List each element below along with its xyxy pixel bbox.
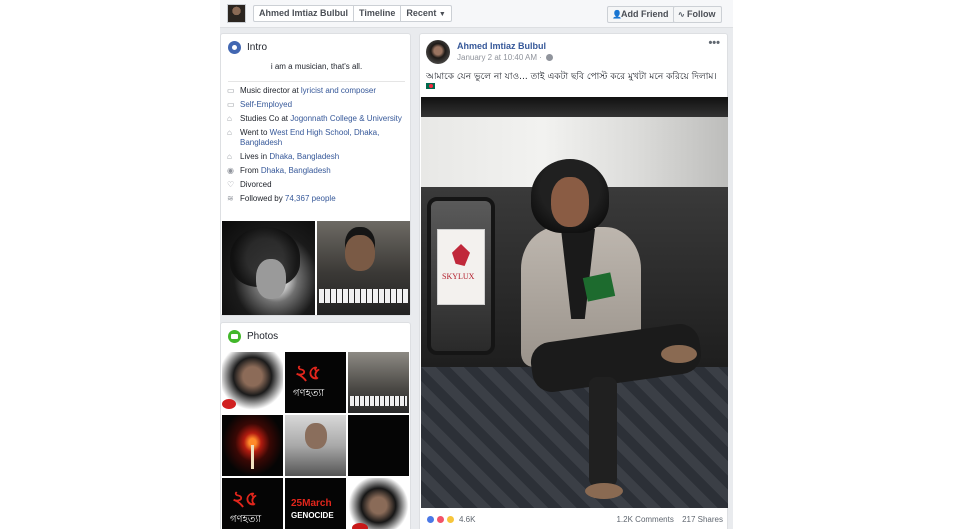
post-author-avatar[interactable] <box>426 40 450 64</box>
location-pin-icon: ◉ <box>227 166 234 175</box>
intro-item-text: Studies Co at Jogonnath College & Univer… <box>240 114 402 124</box>
intro-item-link[interactable]: Dhaka, Bangladesh <box>261 166 331 175</box>
photo-thumbnail[interactable] <box>348 415 409 476</box>
photo-shopping-bag <box>437 229 485 305</box>
photo-thumbnail[interactable] <box>285 352 346 413</box>
featured-photo-keyboard[interactable] <box>317 221 410 315</box>
post-date-link[interactable]: January 2 at 10:40 AM <box>457 53 537 62</box>
intro-item-text: Followed by 74,367 people <box>240 194 336 204</box>
intro-item-prefix: Studies Co at <box>240 114 291 123</box>
intro-item-relationship: ♡ Divorced <box>227 180 407 190</box>
post-timestamp: January 2 at 10:40 AM · <box>457 53 554 62</box>
intro-item-link[interactable]: Dhaka, Bangladesh <box>269 152 339 161</box>
house-icon: ⌂ <box>227 152 232 161</box>
post-stats: 1.2K Comments 217 Shares <box>610 515 723 524</box>
photo-thumbnail[interactable] <box>222 352 283 413</box>
intro-card: Intro i am a musician, that's all. ▭ Mus… <box>220 33 411 316</box>
profile-nav-group: Ahmed Imtiaz Bulbul Timeline Recent ▼ <box>253 5 452 22</box>
intro-details-list: ▭ Music director at lyricist and compose… <box>227 86 407 208</box>
shares-count-link[interactable]: 217 Shares <box>682 515 723 524</box>
intro-item-followers: ≋ Followed by 74,367 people <box>227 194 407 204</box>
intro-item-link[interactable]: lyricist and composer <box>301 86 376 95</box>
intro-bio: i am a musician, that's all. <box>270 62 363 71</box>
post-options-button[interactable]: ••• <box>708 37 720 49</box>
photo-shoe <box>585 483 623 499</box>
photos-card: Photos <box>220 322 411 529</box>
recent-dropdown-label: Recent <box>406 8 437 18</box>
intro-item-link[interactable]: Self-Employed <box>240 100 292 109</box>
like-reaction-icon <box>426 515 435 524</box>
graduation-cap-icon: ⌂ <box>227 114 232 123</box>
profile-header-bar: Ahmed Imtiaz Bulbul Timeline Recent ▼ 👤A… <box>220 0 733 28</box>
photos-icon <box>228 330 241 343</box>
globe-icon <box>228 41 241 54</box>
add-friend-button[interactable]: 👤Add Friend <box>607 6 675 23</box>
photo-thumbnail[interactable] <box>285 478 346 529</box>
intro-item-prefix: Music director at <box>240 86 301 95</box>
intro-item-text: Went to West End High School, Dhaka, Ban… <box>240 128 407 148</box>
post-footer: 4.6K 1.2K Comments 217 Shares <box>426 514 723 528</box>
heart-icon: ♡ <box>227 180 235 189</box>
rss-icon: ≋ <box>227 194 234 203</box>
photos-grid <box>222 352 409 529</box>
love-reaction-icon <box>436 515 445 524</box>
intro-divider <box>228 81 405 82</box>
bangladesh-flag-icon <box>426 83 435 89</box>
intro-item-text: Self-Employed <box>240 100 292 110</box>
comments-count-link[interactable]: 1.2K Comments <box>616 515 673 524</box>
intro-item-work-2: ▭ Self-Employed <box>227 100 407 110</box>
featured-photo-portrait[interactable] <box>222 221 315 315</box>
follow-button[interactable]: ∿ Follow <box>673 6 722 23</box>
intro-item-prefix: Lives in <box>240 152 270 161</box>
profile-page: Ahmed Imtiaz Bulbul Timeline Recent ▼ 👤A… <box>220 0 733 529</box>
profile-avatar-small[interactable] <box>227 4 246 23</box>
follow-label: Follow <box>687 9 716 19</box>
intro-item-prefix: From <box>240 166 261 175</box>
intro-item-lives: ⌂ Lives in Dhaka, Bangladesh <box>227 152 407 162</box>
rss-icon: ∿ <box>678 10 685 19</box>
recent-dropdown[interactable]: Recent ▼ <box>401 6 450 21</box>
briefcase-icon: ▭ <box>227 100 235 109</box>
intro-title: Intro <box>228 41 267 54</box>
photo-person-shin <box>589 377 617 487</box>
profile-name-link[interactable]: Ahmed Imtiaz Bulbul <box>254 6 355 21</box>
sad-reaction-icon <box>446 515 455 524</box>
photo-thumbnail[interactable] <box>222 478 283 529</box>
add-friend-label: Add Friend <box>621 9 669 19</box>
intro-title-text: Intro <box>247 42 268 53</box>
intro-item-text: Divorced <box>240 180 272 189</box>
intro-item-education-2: ⌂ Went to West End High School, Dhaka, B… <box>227 128 407 148</box>
followers-link[interactable]: 74,367 people <box>285 194 336 203</box>
photos-title[interactable]: Photos <box>228 330 278 343</box>
photo-thumbnail[interactable] <box>348 352 409 413</box>
intro-item-text: Music director at lyricist and composer <box>240 86 376 96</box>
intro-item-from: ◉ From Dhaka, Bangladesh <box>227 166 407 176</box>
post-text: আমাকে যেন ভুলে না যাও... তাই একটা ছবি পো… <box>426 72 717 82</box>
photo-person-face <box>551 177 589 227</box>
post-author-name[interactable]: Ahmed Imtiaz Bulbul <box>457 41 546 51</box>
graduation-cap-icon: ⌂ <box>227 128 232 137</box>
reactions-summary[interactable]: 4.6K <box>426 515 475 524</box>
intro-item-text: Lives in Dhaka, Bangladesh <box>240 152 339 162</box>
photo-thumbnail[interactable] <box>348 478 409 529</box>
post-card: Ahmed Imtiaz Bulbul January 2 at 10:40 A… <box>419 33 728 529</box>
intro-item-education: ⌂ Studies Co at Jogonnath College & Univ… <box>227 114 407 124</box>
briefcase-icon: ▭ <box>227 86 235 95</box>
intro-item-text: From Dhaka, Bangladesh <box>240 166 331 176</box>
post-photo[interactable] <box>421 97 728 508</box>
photo-ceiling <box>421 97 728 117</box>
photo-thumbnail[interactable] <box>285 415 346 476</box>
intro-item-prefix: Went to <box>240 128 270 137</box>
chevron-down-icon: ▼ <box>438 11 446 18</box>
reaction-count: 4.6K <box>459 515 476 524</box>
globe-icon <box>546 54 554 62</box>
photo-thumbnail[interactable] <box>222 415 283 476</box>
intro-item-prefix: Followed by <box>240 194 285 203</box>
photo-shoe <box>661 345 697 363</box>
intro-item-link[interactable]: Jogonnath College & University <box>290 114 402 123</box>
add-friend-icon: 👤 <box>612 10 622 19</box>
timeline-link[interactable]: Timeline <box>354 6 402 21</box>
intro-item-work: ▭ Music director at lyricist and compose… <box>227 86 407 96</box>
photos-title-text: Photos <box>247 331 279 342</box>
